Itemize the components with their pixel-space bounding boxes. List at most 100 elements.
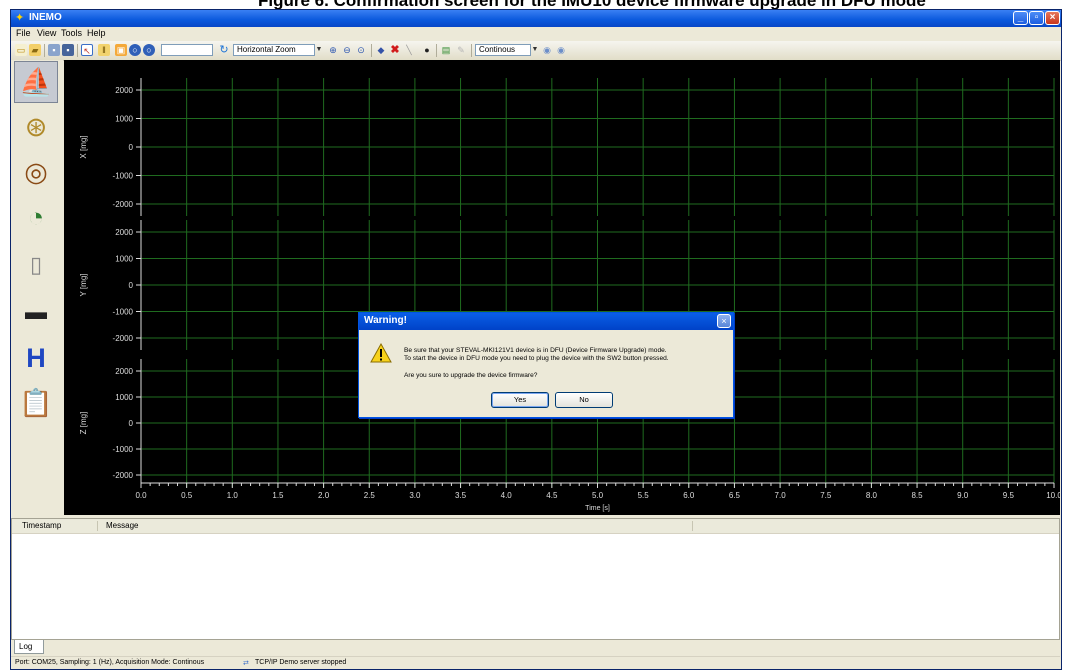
close-icon[interactable]: × (717, 314, 731, 328)
y-tick-label: 2000 (115, 86, 133, 95)
gyroscope-icon: ⊛ (24, 112, 48, 142)
window-title: INEMO (29, 12, 62, 23)
record-icon[interactable]: ● (421, 44, 433, 56)
dialog-question: Are you sure to upgrade the device firmw… (404, 372, 538, 379)
sidebar-item-clipboard[interactable]: 📋 (14, 382, 58, 424)
x-tick-label: 5.5 (638, 491, 650, 500)
x-tick-label: 3.0 (409, 491, 421, 500)
export-icon[interactable]: ▤ (440, 44, 452, 56)
x-tick-label: 7.5 (820, 491, 832, 500)
maximize-icon[interactable]: ▫ (1029, 11, 1044, 25)
x-tick-label: 3.5 (455, 491, 467, 500)
sidebar-item-gauge[interactable]: ◔ (14, 196, 58, 238)
x-tick-label: 5.0 (592, 491, 604, 500)
menu-bar: File View Tools Help (11, 27, 1061, 41)
marker-icon[interactable]: ◆ (375, 44, 387, 56)
disconnect-icon[interactable]: ○ (143, 44, 155, 56)
y-tick-label: 2000 (115, 367, 133, 376)
x-tick-label: 8.5 (911, 491, 923, 500)
dialog-title-bar: Warning! × (359, 313, 733, 330)
sidebar-item-gyroscope[interactable]: ⊛ (14, 106, 58, 148)
stop-icon[interactable]: ◉ (555, 44, 567, 56)
status-bar: Port: COM25, Sampling: 1 (Hz), Acquisiti… (11, 656, 1060, 669)
zoom-out-icon[interactable]: ⊖ (341, 44, 353, 56)
y-axis-label: Y [mg] (79, 274, 88, 297)
plot-canvas: 2000 1000 0 -1000 -2000 X [mg] 2000 1000 0 -1000 -… (79, 78, 1060, 512)
thermometer-icon: ▯ (29, 252, 43, 277)
y-tick-label: 0 (129, 281, 134, 290)
y-tick-label: 1000 (115, 115, 133, 124)
x-tick-label: 6.0 (683, 491, 695, 500)
refresh-icon[interactable]: ↻ (218, 44, 230, 56)
yes-button[interactable]: Yes (491, 392, 549, 408)
y-tick-label: -1000 (113, 308, 134, 317)
app-icon: ✦ (15, 12, 25, 24)
column-header-message[interactable]: Message (106, 521, 138, 530)
sensor-fusion-icon: H (26, 343, 46, 373)
x-tick-label: 0.5 (181, 491, 193, 500)
samples-input[interactable] (161, 44, 213, 56)
acquisition-mode-value: Continous (479, 45, 516, 54)
sidebar-item-thermometer[interactable]: ▯ (14, 244, 58, 286)
menu-help[interactable]: Help (87, 28, 106, 38)
device-icon: ▬ (25, 299, 47, 324)
x-tick-label: 9.5 (1003, 491, 1015, 500)
pencil-icon[interactable]: ✎ (455, 44, 467, 56)
no-button[interactable]: No (555, 392, 613, 408)
menu-tools[interactable]: Tools (61, 28, 82, 38)
zoom-fit-icon[interactable]: ⊙ (355, 44, 367, 56)
sidebar-item-sensor-fusion[interactable]: H (14, 337, 58, 379)
line-icon[interactable]: ╲ (403, 44, 415, 56)
connect-icon[interactable]: ○ (129, 44, 141, 56)
dialog-message-line2: To start the device in DFU mode you need… (404, 355, 669, 362)
acquisition-mode-select[interactable]: Continous (475, 44, 531, 56)
x-axis-label: Time [s] (585, 505, 610, 512)
sailboat-icon: ⛵ (19, 67, 53, 97)
bottom-tabs: Log (11, 640, 1060, 655)
y-axis-label: Z [mg] (79, 412, 88, 435)
x-tick-label: 1.5 (272, 491, 284, 500)
close-icon[interactable]: × (1045, 11, 1060, 25)
compass-icon: ◎ (24, 157, 48, 187)
sensor-plot[interactable]: 2000 1000 0 -1000 -2000 X [mg] 2000 1000 0 -1000 -… (64, 60, 1060, 515)
settings-icon[interactable]: ▣ (115, 44, 127, 56)
play-icon[interactable]: ◉ (541, 44, 553, 56)
column-header-timestamp[interactable]: Timestamp (22, 521, 61, 530)
y-tick-label: -2000 (113, 334, 134, 343)
zoom-mode-select[interactable]: Horizontal Zoom (233, 44, 315, 56)
y-tick-label: 2000 (115, 228, 133, 237)
y-tick-label: 0 (129, 419, 134, 428)
sidebar-item-sailboat[interactable]: ⛵ (14, 61, 58, 103)
status-text: Port: COM25, Sampling: 1 (Hz), Acquisiti… (15, 659, 205, 666)
delete-icon[interactable]: ✖ (389, 44, 401, 56)
save-as-icon[interactable]: ▪ (62, 44, 74, 56)
sidebar-item-compass[interactable]: ◎ (14, 151, 58, 193)
x-tick-label: 4.0 (501, 491, 513, 500)
tab-log[interactable]: Log (14, 640, 44, 654)
menu-view[interactable]: View (37, 28, 56, 38)
tcp-status-text: TCP/IP Demo server stopped (255, 659, 347, 666)
sidebar: ⛵ ⊛ ◎ ◔ ▯ ▬ H 📋 (11, 60, 63, 515)
toolbar: ▭ ▰ ▪ ▪ ↖ ‖ ▣ ○ ○ ↻ Horizontal Zoom ▼ ⊕ … (11, 41, 1061, 61)
cursor-icon[interactable]: ↖ (81, 44, 93, 56)
y-tick-label: 0 (129, 143, 134, 152)
chevron-down-icon[interactable]: ▼ (314, 44, 324, 56)
x-tick-label: 0.0 (135, 491, 147, 500)
y-tick-label: 1000 (115, 255, 133, 264)
log-table-header: Timestamp Message (12, 519, 1059, 534)
sidebar-item-device[interactable]: ▬ (14, 291, 58, 333)
log-panel: Timestamp Message (11, 518, 1060, 640)
zoom-in-icon[interactable]: ⊕ (327, 44, 339, 56)
dialog-message-line1: Be sure that your STEVAL-MKI121V1 device… (404, 347, 667, 354)
menu-file[interactable]: File (16, 28, 31, 38)
pause-icon[interactable]: ‖ (98, 44, 110, 56)
open-icon[interactable]: ▰ (29, 44, 41, 56)
gauge-icon: ◔ (27, 202, 45, 232)
minimize-icon[interactable]: _ (1013, 11, 1028, 25)
y-tick-label: -1000 (113, 445, 134, 454)
title-bar[interactable]: ✦ INEMO _ ▫ × (11, 10, 1061, 27)
zoom-mode-value: Horizontal Zoom (237, 45, 296, 54)
save-icon[interactable]: ▪ (48, 44, 60, 56)
chevron-down-icon[interactable]: ▼ (530, 44, 540, 56)
new-icon[interactable]: ▭ (15, 44, 27, 56)
